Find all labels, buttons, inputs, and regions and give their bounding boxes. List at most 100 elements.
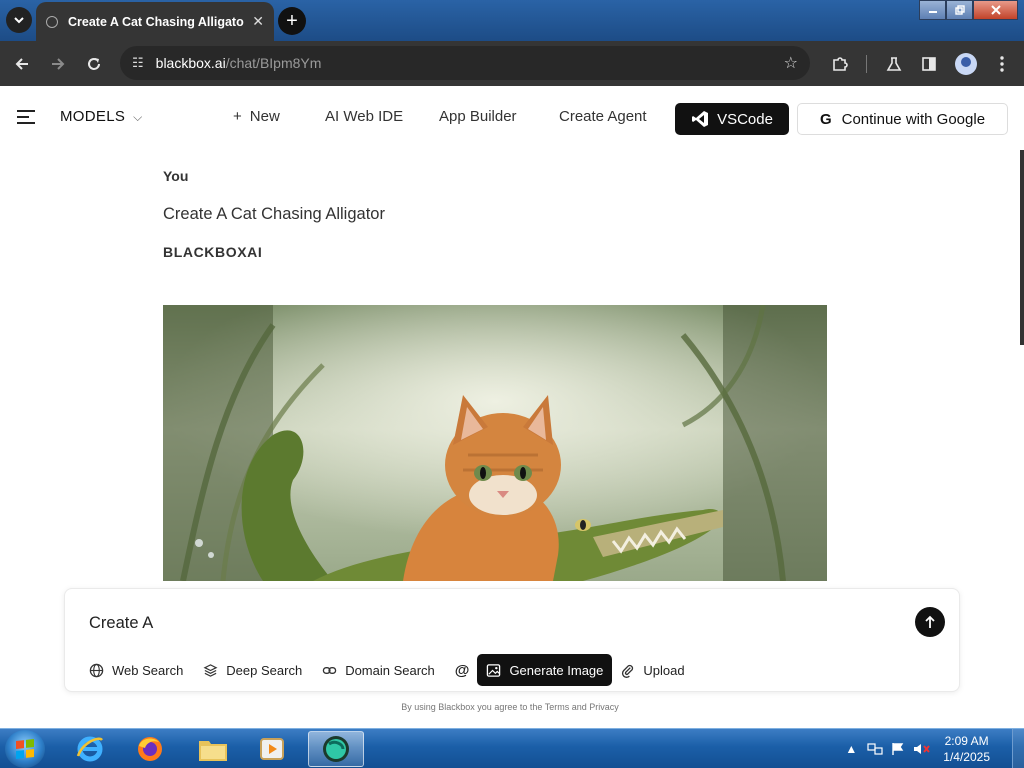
forward-button[interactable] bbox=[43, 41, 73, 86]
terms-notice: By using Blackbox you agree to the Terms… bbox=[401, 702, 619, 712]
browser-toolbar: ☷ blackbox.ai/chat/BIpm8Ym ☆ bbox=[0, 41, 1024, 86]
bookmark-star-icon[interactable]: ☆ bbox=[784, 53, 798, 73]
show-desktop-button[interactable] bbox=[1012, 729, 1024, 768]
reload-icon bbox=[88, 57, 100, 70]
profile-button[interactable] bbox=[951, 41, 981, 86]
paperclip-icon bbox=[622, 664, 634, 678]
web-search-button[interactable]: Web Search bbox=[89, 654, 183, 686]
vscode-icon bbox=[692, 111, 709, 127]
windows-logo-icon bbox=[16, 739, 34, 759]
window-controls bbox=[919, 0, 1018, 20]
nav-create-agent[interactable]: Create Agent bbox=[559, 108, 647, 125]
upload-button[interactable]: Upload bbox=[620, 654, 685, 686]
favicon-icon bbox=[46, 15, 58, 28]
action-center-flag-icon[interactable] bbox=[891, 742, 905, 756]
labs-button[interactable] bbox=[879, 41, 909, 86]
taskbar-media-player[interactable] bbox=[244, 731, 300, 767]
continue-with-google-button[interactable]: G Continue with Google bbox=[797, 103, 1008, 135]
deep-search-button[interactable]: Deep Search bbox=[203, 654, 302, 686]
generated-image[interactable] bbox=[163, 305, 827, 581]
avatar-icon bbox=[955, 52, 977, 75]
system-clock[interactable]: 2:09 AM 1/4/2025 bbox=[943, 733, 990, 765]
chevron-down-icon bbox=[14, 17, 24, 24]
firefox-icon bbox=[138, 737, 162, 761]
flask-icon bbox=[886, 56, 902, 71]
domain-search-button[interactable]: Domain Search bbox=[322, 654, 435, 686]
new-chat-button[interactable]: + New bbox=[233, 108, 280, 125]
google-icon: G bbox=[819, 110, 832, 128]
arrow-right-icon bbox=[52, 57, 65, 70]
close-icon bbox=[990, 5, 1001, 15]
puzzle-icon bbox=[833, 56, 848, 71]
layers-icon bbox=[203, 663, 218, 677]
minimize-button[interactable] bbox=[919, 0, 946, 20]
new-tab-button[interactable]: + bbox=[278, 7, 306, 35]
tab-search-button[interactable] bbox=[6, 7, 32, 33]
send-button[interactable] bbox=[915, 607, 945, 637]
user-message: Create A Cat Chasing Alligator bbox=[163, 205, 385, 223]
user-name: You bbox=[163, 168, 189, 184]
vscode-button[interactable]: VSCode bbox=[675, 103, 789, 135]
minimize-icon bbox=[928, 11, 937, 13]
side-panel-icon bbox=[922, 56, 936, 71]
plus-icon: + bbox=[233, 108, 242, 125]
clock-time: 2:09 AM bbox=[944, 734, 989, 748]
url-host: blackbox.ai bbox=[155, 55, 226, 71]
arrow-up-icon bbox=[925, 615, 935, 628]
domain-search-label: Domain Search bbox=[345, 662, 435, 678]
restore-icon bbox=[954, 5, 965, 15]
deep-search-label: Deep Search bbox=[226, 662, 303, 678]
close-window-button[interactable] bbox=[973, 0, 1018, 20]
taskbar-file-explorer[interactable] bbox=[185, 731, 241, 767]
browser-app-icon bbox=[323, 736, 349, 762]
models-label: MODELS bbox=[60, 108, 126, 125]
arrow-left-icon bbox=[15, 57, 28, 70]
assistant-name: BLACKBOXAI bbox=[163, 244, 263, 260]
taskbar-internet-explorer[interactable] bbox=[62, 731, 118, 767]
at-icon: @ bbox=[454, 661, 470, 679]
site-header: MODELS ⌵ + New AI Web IDE App Builder Crea… bbox=[0, 86, 1024, 150]
hamburger-menu-icon[interactable] bbox=[17, 110, 35, 128]
network-icon[interactable] bbox=[867, 742, 883, 756]
browser-menu-button[interactable] bbox=[987, 41, 1017, 86]
vscode-label: VSCode bbox=[717, 110, 773, 128]
folder-icon bbox=[199, 741, 227, 761]
reload-button[interactable] bbox=[79, 41, 109, 86]
restore-button[interactable] bbox=[946, 0, 973, 20]
taskbar-firefox[interactable] bbox=[122, 731, 178, 767]
back-button[interactable] bbox=[7, 41, 37, 86]
kebab-menu-icon bbox=[1000, 55, 1004, 72]
extensions-button[interactable] bbox=[825, 41, 855, 86]
start-button[interactable] bbox=[5, 730, 45, 768]
windows-taskbar: ▲ 2:09 AM 1/4/2025 bbox=[0, 728, 1024, 768]
taskbar-chrome-active[interactable] bbox=[308, 731, 364, 767]
cat-and-alligator-illustration bbox=[163, 305, 827, 581]
show-hidden-icons[interactable]: ▲ bbox=[845, 742, 857, 756]
nav-app-builder[interactable]: App Builder bbox=[439, 108, 517, 125]
chat-input[interactable] bbox=[89, 614, 889, 633]
browser-tab-bar: Create A Cat Chasing Alligator ✕ + bbox=[0, 0, 1024, 41]
side-panel-button[interactable] bbox=[914, 41, 944, 86]
site-settings-icon[interactable]: ☷ bbox=[132, 55, 144, 71]
tab-close-icon[interactable]: ✕ bbox=[252, 13, 264, 30]
chat-input-box: Web Search Deep Search Domain Search @ G… bbox=[64, 588, 960, 692]
web-search-label: Web Search bbox=[112, 662, 184, 678]
new-label: New bbox=[249, 108, 280, 125]
nav-ai-web-ide[interactable]: AI Web IDE bbox=[325, 108, 403, 125]
internet-explorer-icon bbox=[76, 736, 103, 762]
media-player-icon bbox=[260, 738, 284, 760]
generate-image-button[interactable]: Generate Image bbox=[477, 654, 613, 686]
input-tools: Web Search Deep Search Domain Search @ G… bbox=[89, 654, 705, 686]
models-dropdown[interactable]: MODELS ⌵ bbox=[60, 108, 143, 125]
page-scrollbar[interactable] bbox=[1020, 150, 1024, 345]
link-icon bbox=[322, 666, 337, 674]
browser-tab-active[interactable]: Create A Cat Chasing Alligator ✕ bbox=[36, 2, 274, 41]
volume-muted-icon[interactable] bbox=[913, 742, 931, 756]
chevron-down-icon: ⌵ bbox=[133, 110, 143, 124]
system-tray: ▲ 2:09 AM 1/4/2025 bbox=[845, 729, 1024, 768]
mention-button[interactable]: @ bbox=[455, 654, 470, 686]
image-icon bbox=[487, 663, 501, 677]
generate-image-label: Generate Image bbox=[509, 662, 604, 678]
address-bar[interactable]: ☷ blackbox.ai/chat/BIpm8Ym ☆ bbox=[120, 46, 810, 80]
toolbar-divider bbox=[866, 55, 867, 73]
